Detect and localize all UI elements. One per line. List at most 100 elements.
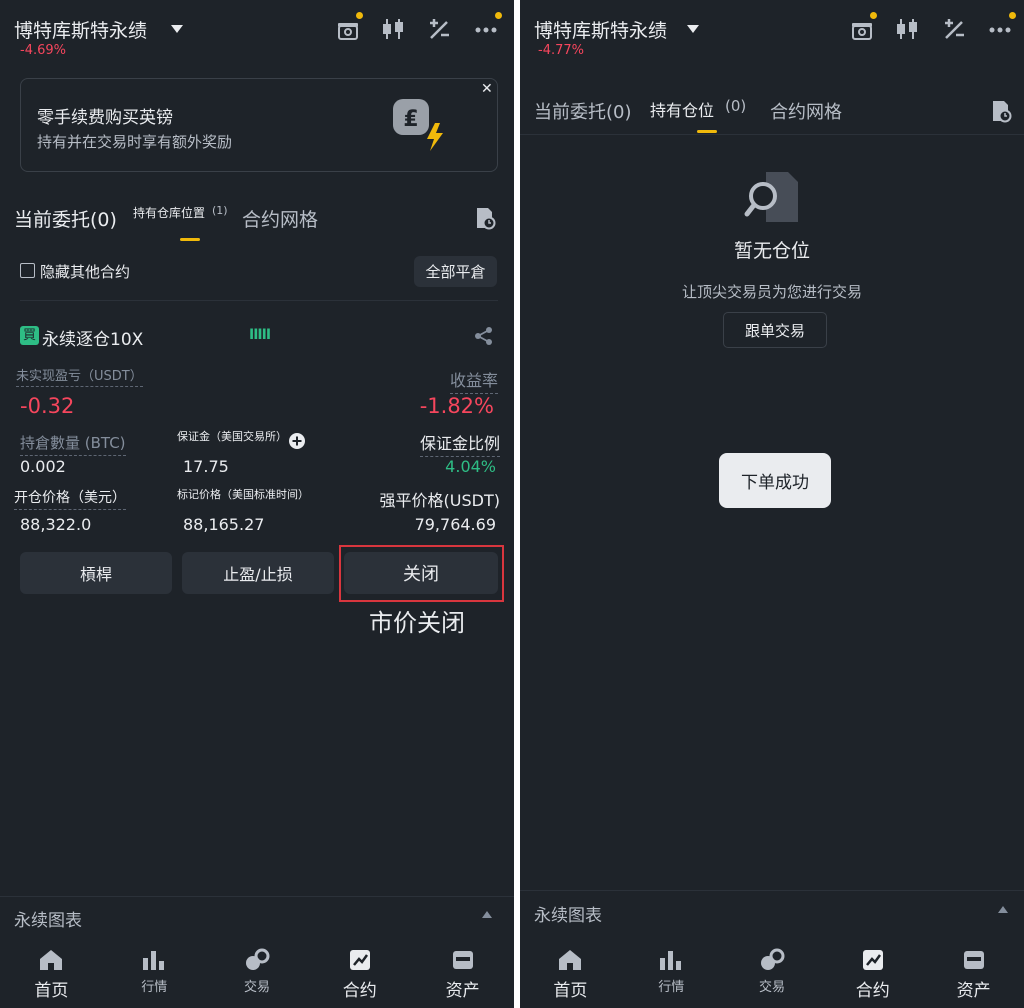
futures-icon (862, 950, 883, 970)
promo-banner[interactable]: 零手续费购买英镑 持有并在交易时享有额外奖励 ✕ ₤ (20, 78, 498, 172)
chevron-up-icon[interactable] (482, 911, 492, 918)
entry-price-value: 88,322.0 (20, 515, 92, 534)
more-icon[interactable] (473, 16, 499, 42)
bottom-nav: 首页 行情 交易 合约 资产 (0, 940, 514, 1008)
margin-value: 17.75 (183, 457, 229, 476)
tab-positions-count: (0) (725, 97, 747, 115)
notification-dot (870, 12, 877, 19)
contract-title[interactable]: 博特库斯特永绩 (534, 16, 667, 43)
empty-state-subtitle: 让顶尖交易员为您进行交易 (681, 283, 862, 301)
highlight-box (339, 545, 504, 602)
margin-ratio-label: 保证金比例 (419, 430, 500, 457)
trade-icon (760, 948, 785, 970)
nav-trade[interactable]: 交易 (206, 940, 309, 1008)
nav-label: 资产 (956, 981, 991, 1001)
pound-coin-icon: ₤ (393, 99, 443, 151)
position-size-label: 持倉數量 (BTC) (20, 432, 126, 456)
hide-other-checkbox[interactable] (20, 263, 35, 278)
no-data-icon (744, 172, 798, 222)
tab-grid[interactable]: 合约网格 (770, 98, 842, 124)
nav-assets[interactable]: 资产 (923, 940, 1024, 1008)
close-all-button[interactable]: 全部平倉 (414, 256, 497, 287)
mark-price-label: 标记价格（美国标准时间） (177, 488, 309, 501)
nav-futures[interactable]: 合约 (308, 940, 411, 1008)
unrealized-pnl-label: 未实现盈亏（USDT） (16, 365, 143, 387)
roe-label: 收益率 (449, 367, 498, 394)
order-history-icon[interactable] (474, 206, 496, 230)
tab-positions[interactable]: 持有仓位 (650, 97, 714, 121)
right-screen: 博特库斯特永绩 -4.77% 当前委托(0) 持有仓位 (0) 合约网格 暂无仓… (520, 0, 1024, 1008)
copy-trade-button[interactable]: 跟单交易 (723, 312, 827, 348)
hide-other-label: 隐藏其他合约 (40, 263, 131, 281)
notification-dot (356, 12, 363, 19)
nav-home[interactable]: 首页 (0, 940, 103, 1008)
add-margin-icon[interactable] (288, 432, 306, 450)
margin-label: 保证金（美国交易所） (177, 430, 287, 443)
nav-futures[interactable]: 合约 (822, 940, 923, 1008)
bottom-nav: 首页 行情 交易 合约 资产 (520, 940, 1024, 1008)
mark-price-value: 88,165.27 (183, 515, 265, 534)
tab-positions[interactable]: 持有仓库位置 (133, 204, 205, 221)
chevron-down-icon[interactable] (171, 25, 183, 33)
liq-price-value: 79,764.69 (414, 515, 496, 534)
nav-trade[interactable]: 交易 (722, 940, 823, 1008)
close-icon[interactable]: ✕ (481, 81, 493, 97)
nav-markets[interactable]: 行情 (103, 940, 206, 1008)
leverage-button[interactable]: 槓桿 (20, 552, 172, 594)
position-name[interactable]: 永续逐仓10X (42, 325, 143, 350)
tab-open-orders[interactable]: 当前委托(0) (14, 205, 117, 232)
trade-icon (245, 948, 270, 970)
home-icon (40, 950, 63, 970)
order-history-icon[interactable] (990, 99, 1012, 123)
markets-icon (660, 951, 682, 970)
calculator-icon[interactable] (426, 16, 452, 42)
markets-icon (143, 951, 165, 970)
roe-value: -1.82% (419, 394, 494, 418)
tab-grid[interactable]: 合约网格 (242, 205, 318, 232)
nav-label: 行情 (658, 980, 685, 995)
order-success-toast: 下单成功 (719, 453, 831, 508)
liq-price-label: 强平价格(USDT) (379, 491, 500, 510)
svg-text:₤: ₤ (403, 107, 418, 132)
nav-label: 合约 (855, 981, 890, 1001)
notification-dot (1009, 12, 1016, 19)
nav-label: 首页 (553, 981, 588, 1001)
perpetual-chart-toggle[interactable]: 永续图表 (534, 901, 602, 926)
chevron-down-icon[interactable] (687, 25, 699, 33)
nav-assets[interactable]: 资产 (411, 940, 514, 1008)
candlestick-icon[interactable] (380, 16, 406, 42)
calculator-icon[interactable] (941, 16, 967, 42)
nav-label: 首页 (34, 981, 69, 1001)
futures-icon (349, 950, 370, 970)
margin-ratio-value: 4.04% (445, 457, 496, 476)
position-size-value: 0.002 (20, 457, 66, 476)
notification-dot (495, 12, 502, 19)
left-screen: 博特库斯特永绩 -4.69% 零手续费购买英镑 持有并在交易时享有额外奖励 ✕ … (0, 0, 514, 1008)
tpsl-button[interactable]: 止盈/止损 (182, 552, 334, 594)
market-close-annotation: 市价关闭 (369, 609, 465, 637)
promo-title: 零手续费购买英镑 (37, 108, 173, 128)
perpetual-chart-toggle[interactable]: 永续图表 (14, 906, 82, 931)
promo-subtitle: 持有并在交易时享有额外奖励 (37, 133, 233, 151)
candlestick-icon[interactable] (894, 16, 920, 42)
nav-label: 合约 (342, 981, 377, 1001)
divider (0, 896, 514, 897)
nav-label: 行情 (141, 980, 168, 995)
gift-icon[interactable] (335, 16, 361, 42)
nav-home[interactable]: 首页 (520, 940, 621, 1008)
chevron-up-icon[interactable] (998, 906, 1008, 913)
divider (520, 134, 1024, 135)
adl-indicator: IIIII (249, 327, 271, 343)
tab-open-orders[interactable]: 当前委托(0) (534, 98, 632, 124)
contract-title[interactable]: 博特库斯特永绩 (14, 16, 147, 43)
entry-price-label: 开仓价格（美元） (14, 487, 126, 510)
price-change: -4.69% (20, 43, 66, 58)
home-icon (559, 950, 582, 970)
nav-markets[interactable]: 行情 (621, 940, 722, 1008)
share-icon[interactable] (474, 326, 494, 346)
unrealized-pnl-value: -0.32 (20, 394, 75, 418)
nav-label: 交易 (758, 980, 785, 995)
gift-icon[interactable] (849, 16, 875, 42)
more-icon[interactable] (987, 16, 1013, 42)
buy-badge: 買 (20, 326, 39, 345)
